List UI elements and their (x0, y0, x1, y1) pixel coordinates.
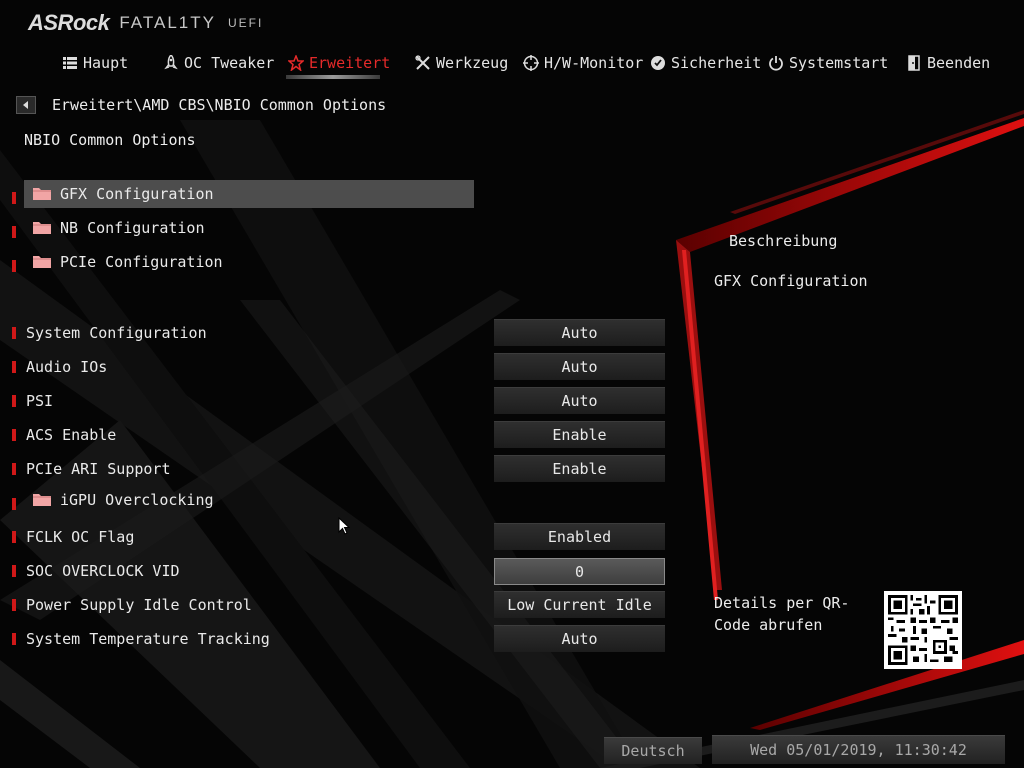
folder-icon (33, 222, 51, 234)
qr-code (884, 591, 962, 669)
setting-label: SOC OVERCLOCK VID (26, 562, 180, 580)
setting-label: System Temperature Tracking (26, 630, 270, 648)
soc-overclock-vid-input[interactable]: 0 (494, 558, 665, 585)
row-marker (12, 463, 16, 475)
language-button[interactable]: Deutsch (604, 737, 702, 764)
power-supply-idle-control-value[interactable]: Low Current Idle (494, 591, 665, 618)
row-marker (12, 327, 16, 339)
submenu-nb-configuration[interactable]: NB Configuration (0, 214, 680, 242)
tab-beenden[interactable]: Beenden (906, 52, 990, 74)
submenu-igpu-overclocking[interactable]: iGPU Overclocking (0, 486, 680, 514)
power-icon (768, 55, 784, 71)
tab-systemstart[interactable]: Systemstart (768, 52, 888, 74)
logo: ASRock FATAL1TY UEFI (28, 8, 263, 38)
back-button[interactable] (16, 96, 36, 114)
page-title: NBIO Common Options (24, 131, 196, 149)
tab-oc-tweaker[interactable]: OC Tweaker (163, 52, 274, 74)
product-name: FATAL1TY (119, 13, 216, 32)
tab-label: Sicherheit (671, 54, 762, 72)
submenu-label: GFX Configuration (60, 185, 214, 203)
tab-label: H/W-Monitor (544, 54, 644, 72)
submenu-label: iGPU Overclocking (60, 491, 214, 509)
shield-icon (650, 55, 666, 71)
main-nav: Haupt OC Tweaker Erweitert Werkzeug H/W-… (0, 48, 1024, 78)
qr-code-caption: Details per QR-Code abrufen (714, 594, 850, 634)
system-configuration-value[interactable]: Auto (494, 319, 665, 346)
submenu-gfx-configuration[interactable]: GFX Configuration (0, 180, 680, 208)
setting-label: PCIe ARI Support (26, 460, 171, 478)
setting-label: FCLK OC Flag (26, 528, 135, 546)
list-icon (62, 55, 78, 71)
acs-enable-value[interactable]: Enable (494, 421, 665, 448)
tab-sicherheit[interactable]: Sicherheit (650, 52, 761, 74)
tab-label: OC Tweaker (184, 54, 275, 72)
folder-icon (33, 256, 51, 268)
tools-icon (415, 55, 431, 71)
back-arrow-icon (23, 101, 28, 109)
mouse-cursor-icon (338, 517, 351, 535)
tab-erweitert[interactable]: Erweitert (288, 52, 390, 74)
star-icon (288, 55, 304, 71)
row-marker (12, 531, 16, 543)
tab-label: Haupt (83, 54, 129, 72)
setting-label: Audio IOs (26, 358, 108, 376)
row-marker (12, 395, 16, 407)
tab-label: Beenden (927, 54, 991, 72)
row-marker (12, 429, 16, 441)
folder-icon (33, 188, 51, 200)
tab-label: Erweitert (309, 54, 391, 72)
datetime-display: Wed 05/01/2019, 11:30:42 (712, 735, 1005, 764)
fclk-oc-flag-value[interactable]: Enabled (494, 523, 665, 550)
crosshair-icon (523, 55, 539, 71)
row-marker (12, 599, 16, 611)
rocket-icon (163, 55, 179, 71)
audio-ios-value[interactable]: Auto (494, 353, 665, 380)
submenu-pcie-configuration[interactable]: PCIe Configuration (0, 248, 680, 276)
row-marker (12, 226, 16, 238)
system-temperature-tracking-value[interactable]: Auto (494, 625, 665, 652)
row-marker (12, 565, 16, 577)
breadcrumb: Erweitert\AMD CBS\NBIO Common Options (52, 96, 387, 114)
setting-label: Power Supply Idle Control (26, 596, 252, 614)
row-marker (12, 192, 16, 204)
pcie-ari-support-value[interactable]: Enable (494, 455, 665, 482)
uefi-label: UEFI (227, 16, 264, 30)
submenu-label: NB Configuration (60, 219, 205, 237)
description-title: Beschreibung (729, 232, 838, 250)
active-tab-indicator (286, 75, 380, 79)
submenu-label: PCIe Configuration (60, 253, 223, 271)
psi-value[interactable]: Auto (494, 387, 665, 414)
row-marker (12, 361, 16, 373)
tab-haupt[interactable]: Haupt (62, 52, 128, 74)
tab-hw-monitor[interactable]: H/W-Monitor (523, 52, 643, 74)
exit-door-icon (906, 55, 922, 71)
tab-label: Werkzeug (436, 54, 509, 72)
description-text: GFX Configuration (714, 272, 868, 290)
row-marker (12, 633, 16, 645)
brand-name: ASRock (28, 10, 110, 35)
row-marker (12, 260, 16, 272)
setting-label: System Configuration (26, 324, 207, 342)
tab-label: Systemstart (789, 54, 889, 72)
setting-label: ACS Enable (26, 426, 117, 444)
folder-icon (33, 494, 51, 506)
tab-werkzeug[interactable]: Werkzeug (415, 52, 508, 74)
setting-label: PSI (26, 392, 54, 410)
row-marker (12, 498, 16, 510)
